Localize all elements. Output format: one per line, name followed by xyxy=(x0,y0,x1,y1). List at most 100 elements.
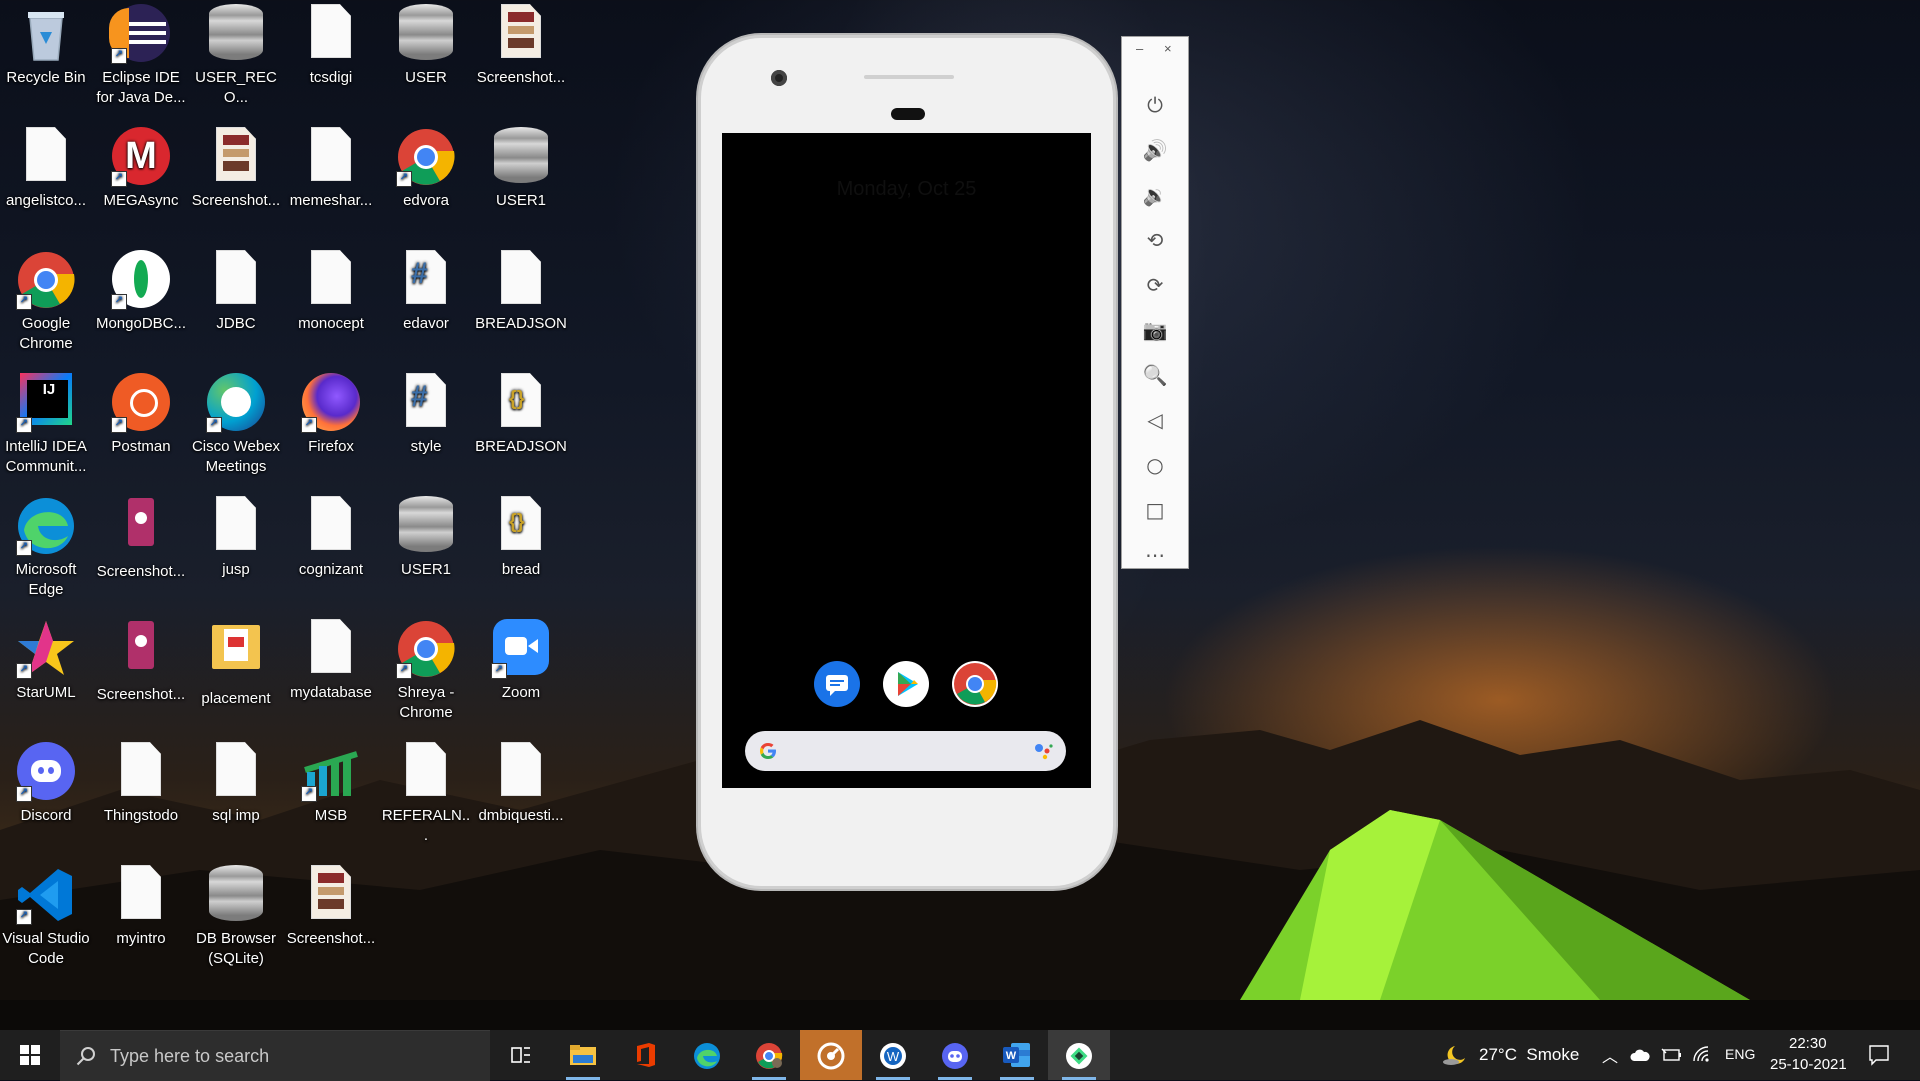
desktop-icon[interactable]: ↗ Visual Studio Code xyxy=(0,861,92,969)
google-search-bar[interactable] xyxy=(745,731,1066,771)
desktop-icon[interactable]: BREADJSON xyxy=(475,246,567,334)
back-icon: ◁ xyxy=(1147,408,1163,432)
desktop-icon-label: BREADJSON xyxy=(475,438,567,455)
desktop-icon[interactable]: ↗ edvora xyxy=(380,123,472,211)
desktop-icon[interactable]: {} BREADJSON xyxy=(475,369,567,457)
clock-time[interactable]: 22:30 xyxy=(1789,1035,1827,1052)
desktop-icon-label: jusp xyxy=(222,561,250,578)
chrome-app-icon[interactable] xyxy=(952,661,998,707)
messages-icon xyxy=(826,675,848,696)
desktop-icon[interactable]: # edavor xyxy=(380,246,472,334)
taskbar-android-studio-active[interactable] xyxy=(800,1030,862,1080)
taskbar-office[interactable] xyxy=(614,1030,676,1080)
desktop-icon[interactable]: Screenshot... xyxy=(285,861,377,949)
notifications-icon[interactable] xyxy=(1868,1044,1890,1066)
desktop-icon-label: IntelliJ IDEA Communit... xyxy=(5,438,87,475)
file-icon xyxy=(301,250,361,310)
desktop-icon[interactable]: monocept xyxy=(285,246,377,334)
desktop-icon[interactable]: Thingstodo xyxy=(95,738,187,826)
taskbar-app-w[interactable]: W xyxy=(862,1030,924,1080)
more-button[interactable]: ⋯ xyxy=(1122,533,1188,577)
taskbar-discord[interactable] xyxy=(924,1030,986,1080)
desktop-icon[interactable]: ↗ Microsoft Edge xyxy=(0,492,92,600)
desktop-icon[interactable]: IJ ↗ IntelliJ IDEA Communit... xyxy=(0,369,92,477)
desktop-icon[interactable]: tcsdigi xyxy=(285,0,377,88)
desktop-icon[interactable]: USER xyxy=(380,0,472,88)
taskbar-chrome-profile[interactable] xyxy=(738,1030,800,1080)
desktop-icon[interactable]: cognizant xyxy=(285,492,377,580)
clock-date[interactable]: 25-10-2021 xyxy=(1770,1056,1847,1073)
desktop-icon-label: Discord xyxy=(20,807,72,824)
desktop-icon[interactable]: myintro xyxy=(95,861,187,949)
messages-app-icon[interactable] xyxy=(814,661,860,707)
desktop-icon[interactable]: memeshar... xyxy=(285,123,377,211)
desktop-icon[interactable]: Recycle Bin xyxy=(0,0,92,88)
desktop-icon[interactable]: M ↗ MEGAsync xyxy=(95,123,187,211)
desktop-icon[interactable]: Screenshot... xyxy=(95,492,187,582)
desktop-icon[interactable]: ↗ Google Chrome xyxy=(0,246,92,354)
desktop-icon[interactable]: jusp xyxy=(190,492,282,580)
taskbar-edge[interactable] xyxy=(676,1030,738,1080)
desktop-icon[interactable]: JDBC xyxy=(190,246,282,334)
desktop-icon[interactable]: Screenshot... xyxy=(95,615,187,705)
desktop-icon[interactable]: USER1 xyxy=(380,492,472,580)
desktop-icon[interactable]: ↗ Postman xyxy=(95,369,187,457)
desktop-icon[interactable]: mydatabase xyxy=(285,615,377,703)
zoom-button[interactable]: 🔍 xyxy=(1122,353,1188,397)
desktop-icon[interactable]: REFERALN... xyxy=(380,738,472,846)
start-button[interactable] xyxy=(0,1030,60,1080)
close-button[interactable]: × xyxy=(1164,41,1172,56)
taskbar-android-emulator[interactable] xyxy=(1048,1030,1110,1080)
desktop-icon-label: JDBC xyxy=(216,315,256,332)
home-button[interactable]: ○ xyxy=(1122,443,1188,487)
desktop-icon[interactable]: ↗ MSB xyxy=(285,738,377,826)
back-button[interactable]: ◁ xyxy=(1122,398,1188,442)
weather-text[interactable]: 27°C Smoke xyxy=(1479,1045,1579,1065)
app-w-icon: W xyxy=(880,1043,906,1069)
desktop-icon[interactable]: ↗ Eclipse IDE for Java De... xyxy=(95,0,187,108)
desktop-icon[interactable]: Screenshot... xyxy=(475,0,567,88)
camera-button[interactable]: 📷 xyxy=(1122,308,1188,352)
volume-up-button[interactable]: 🔊 xyxy=(1122,128,1188,172)
desktop-icon[interactable]: ↗ Shreya - Chrome xyxy=(380,615,472,723)
overview-button[interactable]: □ xyxy=(1122,488,1188,532)
desktop-icon[interactable]: ↗ Zoom xyxy=(475,615,567,703)
power-button[interactable]: ⏻ xyxy=(1122,83,1188,127)
desktop-icon[interactable]: sql imp xyxy=(190,738,282,826)
desktop-icon[interactable]: DB Browser (SQLite) xyxy=(190,861,282,969)
desktop-icon[interactable]: Screenshot... xyxy=(190,123,282,211)
desktop-icon[interactable]: {} bread xyxy=(475,492,567,580)
desktop-icon[interactable]: dmbiquesti... xyxy=(475,738,567,826)
play-store-app-icon[interactable] xyxy=(883,661,929,707)
desktop-icon-label: Postman xyxy=(111,438,171,455)
desktop-icon[interactable]: ↗ Discord xyxy=(0,738,92,826)
file-icon xyxy=(111,865,171,925)
wifi-icon[interactable] xyxy=(1692,1045,1712,1063)
volume-down-button[interactable]: 🔉 xyxy=(1122,173,1188,217)
play-store-icon xyxy=(898,672,918,696)
rotate-right-button[interactable]: ⟳ xyxy=(1122,263,1188,307)
chrome-icon: ↗ xyxy=(16,250,76,310)
task-view-button[interactable] xyxy=(490,1030,552,1080)
taskbar-search-box[interactable]: Type here to search xyxy=(60,1030,490,1081)
mega-icon: M ↗ xyxy=(111,127,171,187)
desktop-icon[interactable]: ↗ MongoDBC... xyxy=(95,246,187,334)
rotate-left-button[interactable]: ⟲ xyxy=(1122,218,1188,262)
discord-icon xyxy=(942,1043,968,1069)
minimize-button[interactable]: – xyxy=(1136,41,1143,56)
language-indicator[interactable]: ENG xyxy=(1725,1046,1755,1062)
onedrive-cloud-icon[interactable] xyxy=(1630,1048,1650,1062)
battery-icon[interactable] xyxy=(1660,1047,1682,1063)
taskbar-file-explorer[interactable] xyxy=(552,1030,614,1080)
desktop-icon[interactable]: USER1 xyxy=(475,123,567,211)
desktop-icon[interactable]: ↗ StarUML xyxy=(0,615,92,703)
desktop-icon[interactable]: # style xyxy=(380,369,472,457)
desktop-icon[interactable]: ↗ Firefox xyxy=(285,369,377,457)
desktop-icon[interactable]: placement xyxy=(190,615,282,709)
desktop-icon[interactable]: ↗ Cisco Webex Meetings xyxy=(190,369,282,477)
desktop-icon[interactable]: angelistco... xyxy=(0,123,92,211)
taskbar-word[interactable]: W xyxy=(986,1030,1048,1080)
desktop-icon[interactable]: USER_RECO... xyxy=(190,0,282,108)
more-icon: ⋯ xyxy=(1145,543,1165,567)
show-hidden-icons-chevron-icon[interactable]: ︿ xyxy=(1602,1043,1618,1067)
